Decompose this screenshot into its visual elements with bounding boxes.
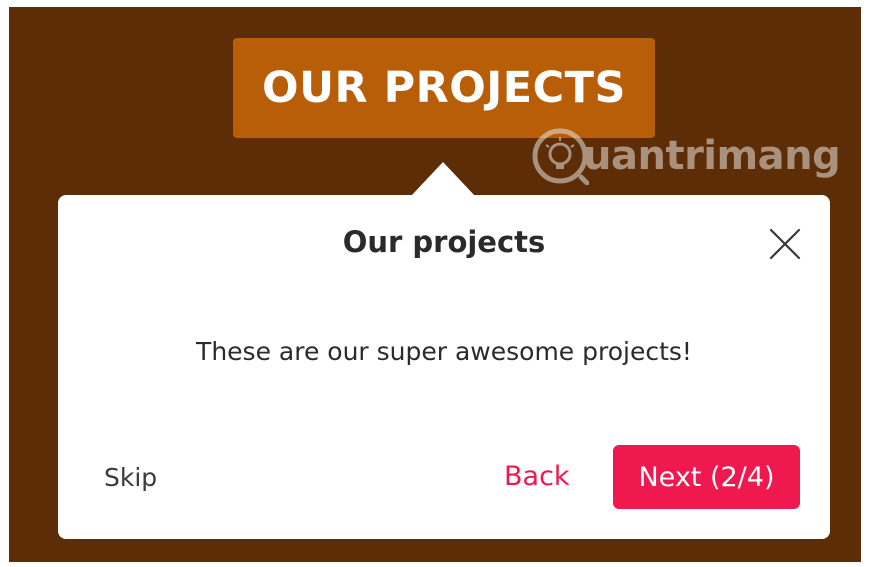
section-header-badge: OUR PROJECTS (233, 38, 655, 138)
section-header-title: OUR PROJECTS (262, 63, 626, 113)
next-button[interactable]: Next (2/4) (613, 445, 800, 509)
tour-popover: Our projects These are our super awesome… (58, 195, 830, 539)
tour-title: Our projects (342, 225, 546, 259)
watermark-text: uantrimang (583, 133, 841, 179)
close-icon (769, 228, 801, 260)
page-background: OUR PROJECTS uantrimang Our projects The… (9, 7, 861, 562)
back-button[interactable]: Back (504, 461, 570, 492)
close-button[interactable] (764, 223, 806, 265)
skip-button[interactable]: Skip (104, 463, 157, 492)
tooltip-arrow (411, 162, 475, 196)
tour-description: These are our super awesome projects! (196, 337, 692, 366)
